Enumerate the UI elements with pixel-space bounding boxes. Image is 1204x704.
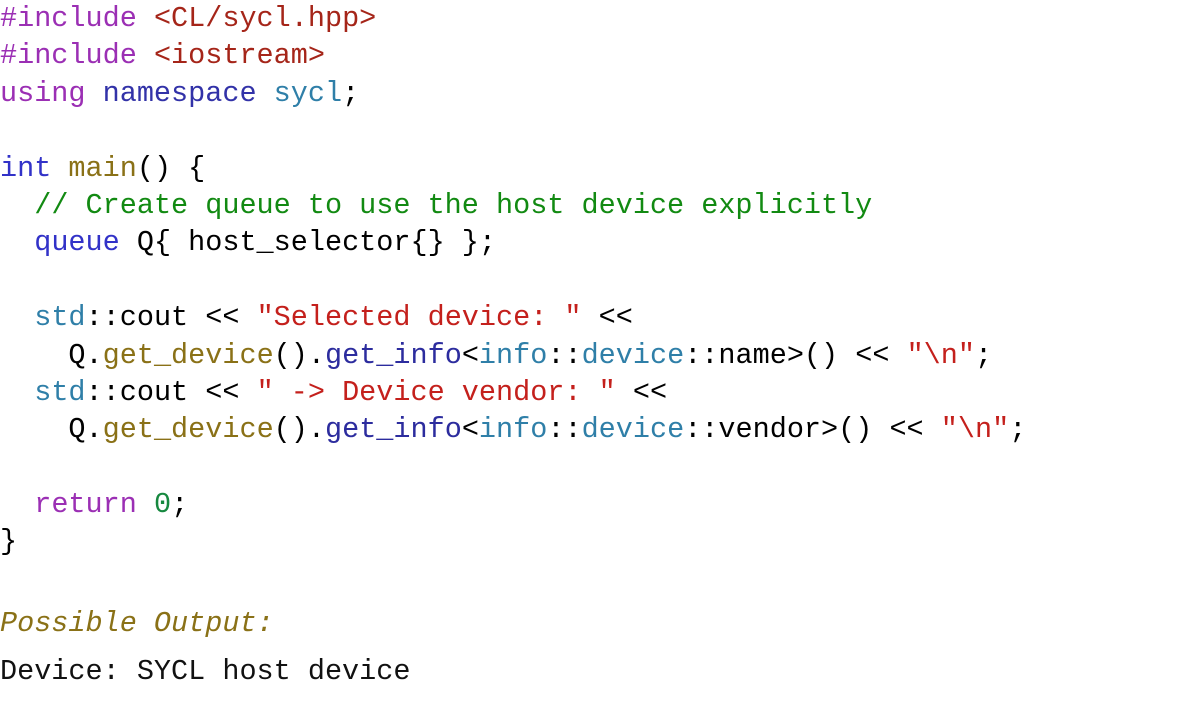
namespace-info: info [478,338,548,372]
include-header-path: <CL/sycl.hpp> [153,2,377,35]
scope-resolution: :: [684,413,719,447]
method-get-info: get_info [324,338,462,372]
call-close-stream: >() << [821,413,941,447]
preprocessor-directive: #include [0,39,137,73]
angle-open: < [461,413,479,447]
code-line-8-blank [0,262,1204,299]
method-get-device: get_device [102,413,274,447]
source-code-block: #include <CL/sycl.hpp> #include <iostrea… [0,0,1204,561]
newline-string-literal: "\n" [940,413,1010,447]
code-line-14: return 0; [0,486,1204,523]
semicolon: ; [1009,413,1027,447]
semicolon: ; [974,338,993,372]
keyword-using: using [0,76,86,110]
keyword-return: return [34,488,137,522]
scope-resolution: :: [684,338,719,372]
include-header-path: <iostream> [153,39,325,73]
scope-resolution: :: [547,413,582,447]
code-line-9: std::cout << "Selected device: " << [0,299,1204,336]
code-line-11: std::cout << " -> Device vendor: " << [0,374,1204,411]
namespace-device: device [581,338,685,372]
code-line-2: #include <iostream> [0,37,1204,74]
code-listing-figure: #include <CL/sycl.hpp> #include <iostrea… [0,0,1204,704]
namespace-sycl: sycl [273,76,343,110]
call-close-stream: >() << [786,338,907,372]
method-get-device: get_device [102,338,274,372]
namespace-info: info [478,413,548,447]
parentheses: () [136,151,172,185]
code-line-13-blank [0,449,1204,486]
open-brace: { [171,151,206,185]
string-literal: " -> Device vendor: " [256,375,616,409]
type-int: int [0,151,52,185]
type-queue: queue [34,226,120,260]
comment-text: // Create queue to use the host device e… [34,188,873,222]
code-line-7: queue Q{ host_selector{} }; [0,224,1204,261]
code-line-12: Q.get_device().get_info<info::device::ve… [0,411,1204,448]
code-line-3: using namespace sycl; [0,75,1204,112]
angle-open: < [461,338,479,372]
stream-operator: << [615,375,668,409]
function-main: main [68,151,137,185]
namespace-device: device [581,413,685,447]
queue-declaration-rest: Q{ host_selector{} }; [119,226,496,260]
info-descriptor-name: name [718,338,787,372]
semicolon: ; [342,76,360,110]
numeric-literal-zero: 0 [153,488,172,522]
stream-operator: << [581,301,633,335]
preprocessor-directive: #include [0,2,137,35]
keyword-namespace: namespace [102,76,257,110]
cout-stream-op: ::cout << [85,375,257,409]
namespace-std: std [34,375,86,409]
info-descriptor-vendor: vendor [718,413,822,447]
cout-stream-op: ::cout << [85,301,257,335]
queue-object: Q. [68,338,103,372]
code-line-4-blank [0,112,1204,149]
possible-output-text: Device: SYCL host device [0,655,411,688]
string-literal: "Selected device: " [256,301,582,335]
call-parens: (). [273,338,325,372]
semicolon: ; [171,488,189,522]
queue-object: Q. [68,413,103,447]
newline-string-literal: "\n" [906,338,975,372]
code-line-15: } [0,523,1204,560]
code-line-1: #include <CL/sycl.hpp> [0,0,1204,37]
code-line-6: // Create queue to use the host device e… [0,187,1204,224]
code-line-10: Q.get_device().get_info<info::device::na… [0,337,1204,374]
possible-output-label: Possible Output: [0,607,274,640]
code-line-5: int main() { [0,150,1204,187]
close-brace: } [0,525,18,559]
scope-resolution: :: [547,338,582,372]
call-parens: (). [273,413,325,447]
method-get-info: get_info [324,413,462,447]
namespace-std: std [34,301,86,335]
